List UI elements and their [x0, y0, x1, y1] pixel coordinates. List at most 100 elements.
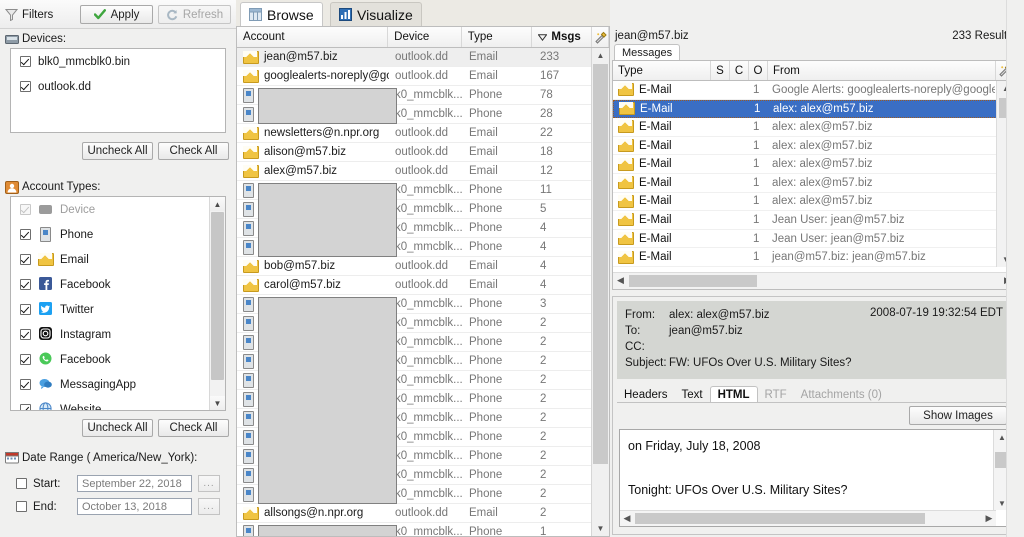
accounts-table-row[interactable]: allsongs@n.npr.org outlook.dd Email 2	[237, 504, 593, 523]
messages-table-row[interactable]: E-Mail 1 alex: alex@m57.biz	[613, 155, 997, 174]
column-header-s[interactable]: S	[711, 61, 730, 80]
tab-visualize[interactable]: Visualize	[330, 2, 422, 26]
accounts-table-row[interactable]: carol@m57.biz outlook.dd Email 4	[237, 276, 593, 295]
messages-table-row[interactable]: E-Mail 1 alex: alex@m57.biz	[613, 174, 997, 193]
account-type-checkbox	[20, 204, 31, 215]
date-range-end-checkbox[interactable]	[16, 501, 27, 512]
tab-browse[interactable]: Browse	[240, 2, 323, 26]
scrollbar-thumb[interactable]	[593, 64, 608, 464]
messages-table-row[interactable]: E-Mail 1 Jean User: jean@m57.biz	[613, 211, 997, 230]
scroll-up-icon[interactable]: ▲	[592, 48, 609, 63]
account-types-uncheck-all-button[interactable]: Uncheck All	[82, 419, 153, 437]
accounts-table-row[interactable]: googlealerts-noreply@google outlook.dd Ema…	[237, 67, 593, 86]
show-images-button[interactable]: Show Images	[909, 406, 1007, 425]
accounts-table-body[interactable]: jean@m57.biz outlook.dd Email 233 googlealer…	[237, 48, 593, 536]
message-body-view[interactable]: on Friday, July 18, 2008 Tonight: UFOs Ov…	[619, 429, 1011, 527]
column-header-msgs[interactable]: Msgs	[532, 27, 593, 47]
column-header-from[interactable]: From	[768, 61, 996, 80]
account-types-check-all-button[interactable]: Check All	[158, 419, 229, 437]
device-list-item[interactable]: outlook.dd	[11, 74, 225, 99]
accounts-table-row[interactable]: newsletters@n.npr.org outlook.dd Email 22	[237, 124, 593, 143]
account-type-checkbox[interactable]	[20, 229, 31, 240]
messages-table-row[interactable]: E-Mail 1 alex: alex@m57.biz	[613, 118, 997, 137]
account-type-item[interactable]: Facebook	[11, 347, 211, 372]
cell-msgs: 2	[540, 412, 547, 424]
account-type-checkbox[interactable]	[20, 354, 31, 365]
scrollbar-thumb[interactable]	[635, 513, 925, 524]
account-type-item[interactable]: Email	[11, 247, 211, 272]
refresh-button[interactable]: Refresh	[158, 5, 231, 24]
date-range-end-input[interactable]: October 13, 2018	[77, 498, 192, 515]
account-type-checkbox[interactable]	[20, 379, 31, 390]
messages-horizontal-scrollbar[interactable]: ◀ ▶	[613, 272, 1015, 289]
scroll-left-icon[interactable]: ◀	[620, 511, 634, 525]
cell-type: Email	[469, 507, 498, 519]
column-header-account[interactable]: Account	[237, 27, 389, 47]
account-type-checkbox[interactable]	[20, 279, 31, 290]
column-header-c[interactable]: C	[730, 61, 749, 80]
account-type-item[interactable]: Twitter	[11, 297, 211, 322]
account-types-scrollbar[interactable]: ▲ ▼	[209, 197, 225, 410]
column-header-o[interactable]: O	[749, 61, 768, 80]
accounts-table-row[interactable]: alison@m57.biz outlook.dd Email 18	[237, 143, 593, 162]
devices-listbox[interactable]: blk0_mmcblk0.bin outlook.dd	[10, 48, 226, 133]
messages-table-row[interactable]: E-Mail 1 Jean User: jean@m57.biz	[613, 230, 997, 249]
device-list-item[interactable]: blk0_mmcblk0.bin	[11, 49, 225, 74]
account-type-item[interactable]: Instagram	[11, 322, 211, 347]
messages-table-row[interactable]: E-Mail 1 alex: alex@m57.biz	[613, 137, 997, 156]
account-type-checkbox[interactable]	[20, 254, 31, 265]
cell-o: 1	[754, 102, 761, 115]
tab-messages[interactable]: Messages	[614, 44, 681, 61]
account-types-listbox[interactable]: Device Phone Email Facebook Twitter Instagram…	[10, 196, 226, 411]
redaction-box	[258, 88, 397, 124]
date-range-start-checkbox[interactable]	[16, 478, 27, 489]
cell-type: E-Mail	[613, 139, 710, 153]
accounts-table-row[interactable]: jean@m57.biz outlook.dd Email 233	[237, 48, 593, 67]
account-type-item[interactable]: MessagingApp	[11, 372, 211, 397]
date-range-start-picker-button[interactable]: ...	[198, 475, 220, 492]
date-range-end-picker-button[interactable]: ...	[198, 498, 220, 515]
date-range-start-input[interactable]: September 22, 2018	[77, 475, 192, 492]
column-header-device[interactable]: Device	[388, 27, 462, 47]
phone-icon	[243, 391, 254, 407]
cell-device: outlook.dd	[395, 127, 449, 139]
body-horizontal-scrollbar[interactable]: ◀ ▶	[620, 510, 996, 526]
column-header-type[interactable]: Type	[613, 61, 711, 80]
scrollbar-thumb[interactable]	[211, 212, 224, 380]
account-type-item[interactable]: Website	[11, 397, 211, 410]
device-checkbox[interactable]	[20, 56, 31, 67]
messages-table-row[interactable]: E-Mail 1 jean@m57.biz: jean@m57.biz	[613, 248, 997, 267]
accounts-table-row[interactable]: alex@m57.biz outlook.dd Email 12	[237, 162, 593, 181]
column-chooser-button[interactable]	[592, 27, 609, 47]
devices-uncheck-all-button[interactable]: Uncheck All	[82, 142, 153, 160]
column-header-type[interactable]: Type	[462, 27, 533, 47]
cell-msgs: 12	[540, 165, 553, 177]
account-type-item[interactable]: Facebook	[11, 272, 211, 297]
account-type-checkbox[interactable]	[20, 404, 31, 410]
account-type-checkbox[interactable]	[20, 329, 31, 340]
apply-button[interactable]: Apply	[80, 5, 153, 24]
scrollbar-thumb[interactable]	[629, 275, 757, 287]
scroll-down-icon[interactable]: ▼	[210, 396, 225, 410]
format-tab-text[interactable]: Text	[674, 386, 709, 403]
scroll-left-icon[interactable]: ◀	[613, 273, 628, 288]
format-tab-headers[interactable]: Headers	[617, 386, 674, 403]
scroll-up-icon[interactable]: ▲	[210, 197, 225, 211]
messages-table-row[interactable]: E-Mail 1 alex: alex@m57.biz	[613, 99, 997, 119]
account-type-item[interactable]: Phone	[11, 222, 211, 247]
phone-icon	[243, 182, 254, 198]
accounts-table-scrollbar[interactable]: ▲ ▼	[591, 48, 609, 536]
messages-table-body[interactable]: E-Mail 1 Google Alerts: googlealerts-norep…	[613, 81, 997, 267]
account-type-checkbox[interactable]	[20, 304, 31, 315]
format-tab-html[interactable]: HTML	[709, 386, 758, 403]
accounts-table-row[interactable]: bob@m57.biz outlook.dd Email 4	[237, 257, 593, 276]
cell-type: E-Mail	[614, 102, 711, 116]
device-checkbox[interactable]	[20, 81, 31, 92]
devices-uncheck-all-label: Uncheck All	[87, 145, 148, 157]
messages-table-row[interactable]: E-Mail 1 Google Alerts: googlealerts-norep…	[613, 81, 997, 100]
devices-check-all-button[interactable]: Check All	[158, 142, 229, 160]
scroll-down-icon[interactable]: ▼	[592, 521, 609, 536]
scroll-right-icon[interactable]: ▶	[982, 511, 996, 525]
messages-table-row[interactable]: E-Mail 1 alex: alex@m57.biz	[613, 193, 997, 212]
message-cc-label: CC:	[625, 341, 645, 353]
